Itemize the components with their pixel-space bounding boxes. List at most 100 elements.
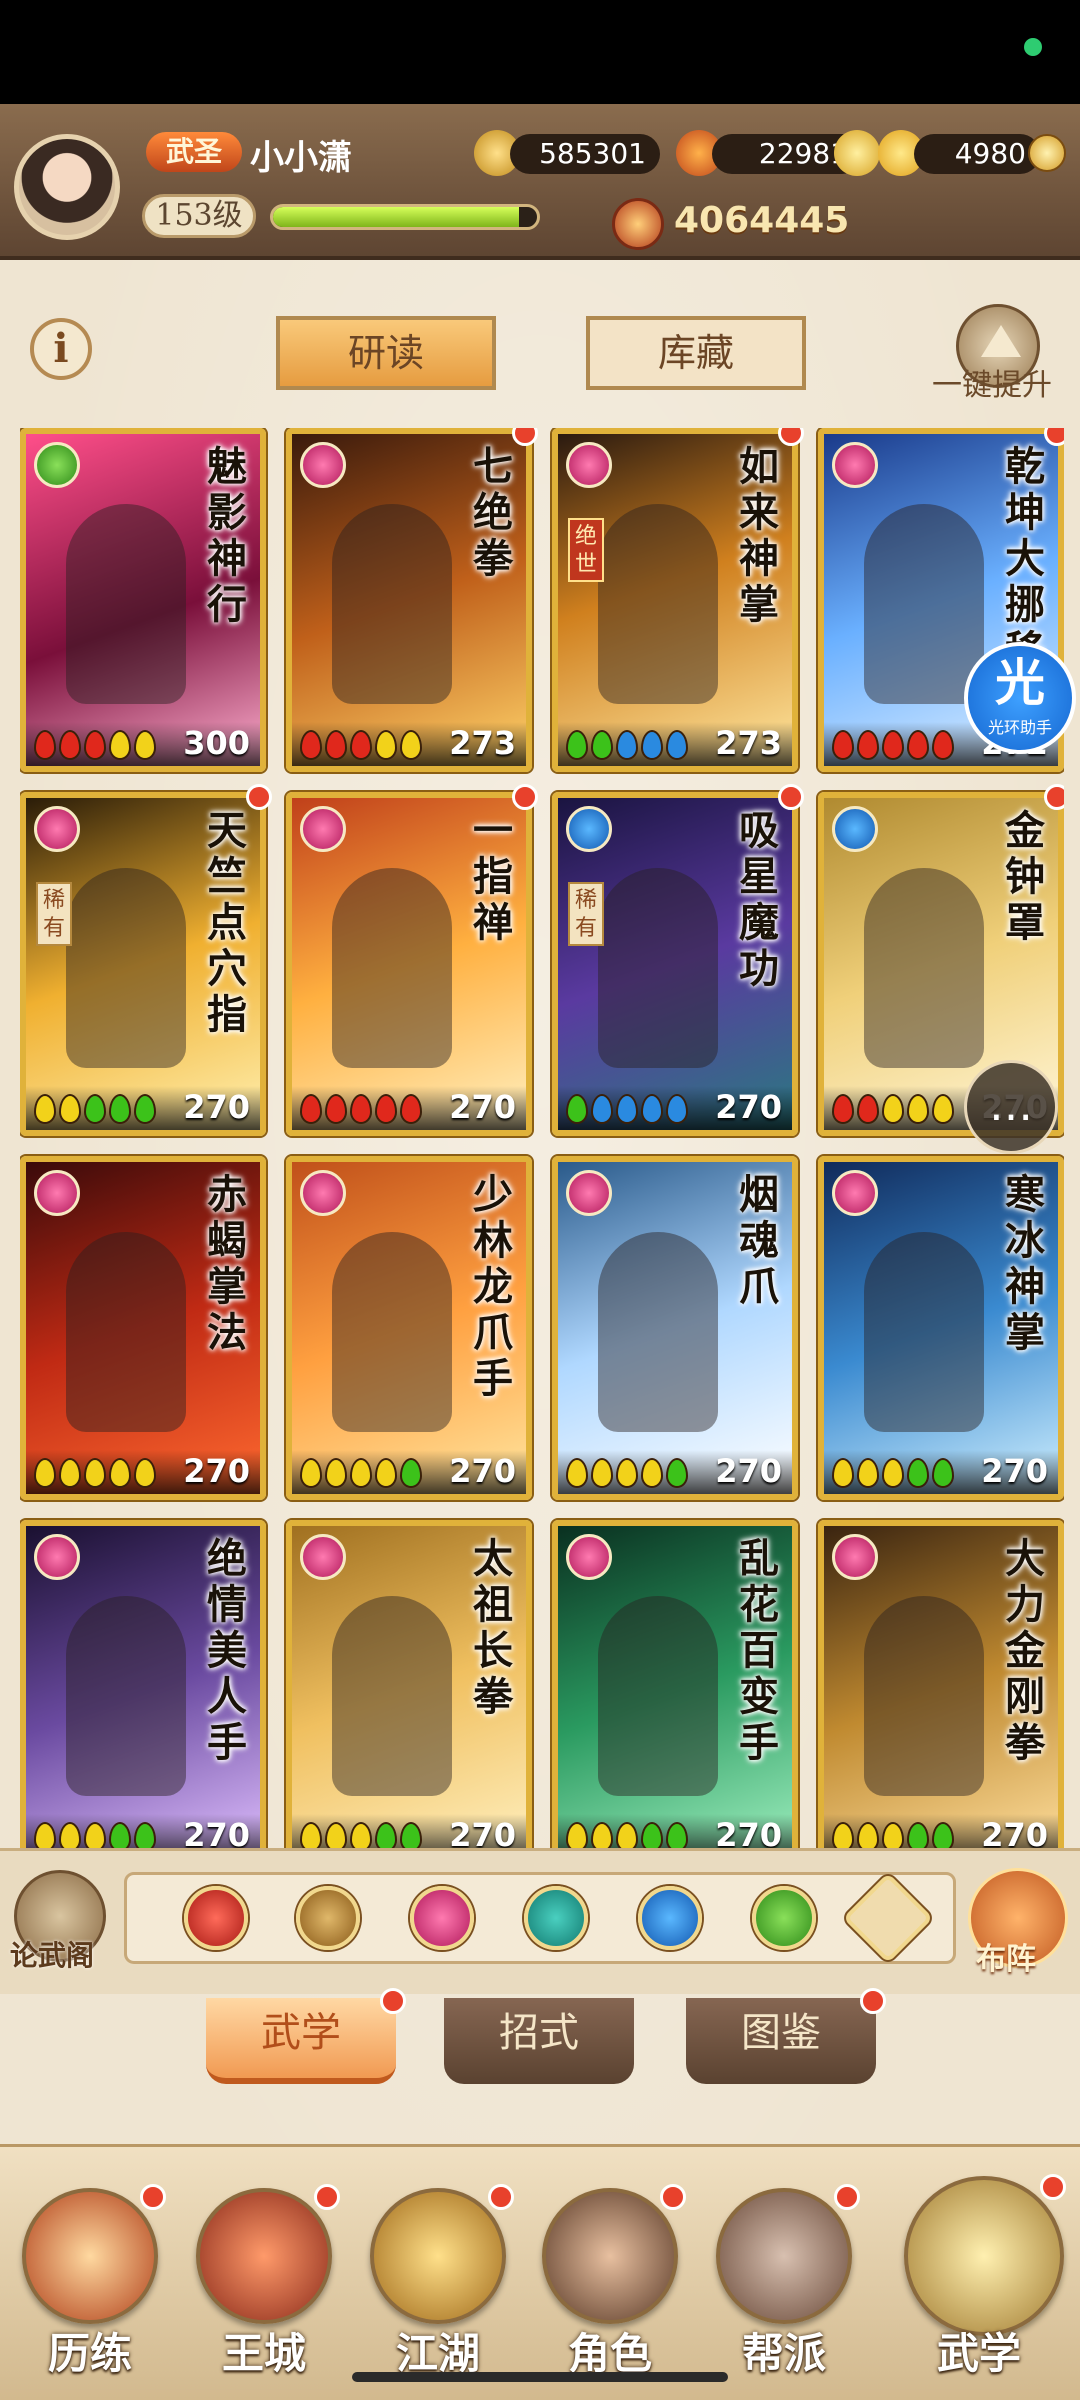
red-gem-icon bbox=[84, 730, 106, 760]
palace-gate-icon[interactable] bbox=[196, 2188, 332, 2324]
blue-gem-icon bbox=[616, 730, 638, 760]
nav-notification-dot bbox=[140, 2184, 166, 2210]
green-gem-icon bbox=[84, 1094, 106, 1124]
subtab-martial-arts[interactable]: 武学 bbox=[206, 1998, 396, 2084]
red-gem-icon bbox=[34, 730, 56, 760]
arena-pavilion-label[interactable]: 论武阁 bbox=[10, 1934, 94, 1974]
skill-card[interactable]: 寒冰神掌 270 bbox=[818, 1156, 1064, 1500]
player-avatar[interactable] bbox=[14, 134, 120, 240]
red-gem-icon bbox=[325, 1094, 347, 1124]
subtab-catalog[interactable]: 图鉴 bbox=[686, 1998, 876, 2084]
skill-card[interactable]: 一指禅 270 bbox=[286, 792, 532, 1136]
skill-card-title: 赤蝎掌法 bbox=[207, 1171, 247, 1356]
blue-gem-icon bbox=[641, 1094, 663, 1124]
skill-gem-row bbox=[832, 1458, 954, 1488]
pink-lotus-icon[interactable] bbox=[410, 1886, 474, 1950]
skill-card-grid: 魅影神行300七绝拳273绝世如来神掌273乾坤大挪移272稀有天竺点穴指270… bbox=[20, 428, 1064, 1848]
martial-artist-figure bbox=[66, 868, 186, 1068]
assistant-float-button[interactable]: 光 光环助手 bbox=[964, 642, 1076, 754]
skill-card-score: 270 bbox=[449, 1816, 516, 1848]
straw-hat-hero-icon[interactable] bbox=[542, 2188, 678, 2324]
blue-taiji-icon bbox=[832, 806, 878, 852]
skill-gem-row bbox=[300, 730, 422, 760]
yellow-gem-icon bbox=[375, 730, 397, 760]
skill-card-notification-dot bbox=[778, 784, 804, 810]
blue-gem-icon bbox=[641, 730, 663, 760]
martial-scrolls-icon[interactable] bbox=[904, 2176, 1064, 2336]
blue-gem-icon bbox=[666, 730, 688, 760]
green-swirl-icon[interactable] bbox=[752, 1886, 816, 1950]
skill-gem-row bbox=[34, 1822, 156, 1848]
martial-arts-screen: 武圣 小小潇 153级 585301 22981 4980 4064445 i … bbox=[0, 104, 1080, 2400]
skill-card[interactable]: 赤蝎掌法 270 bbox=[20, 1156, 266, 1500]
yellow-gem-icon bbox=[907, 1094, 929, 1124]
green-gem-icon bbox=[666, 1458, 688, 1488]
nav-label[interactable]: 王城 bbox=[189, 2320, 339, 2381]
tab-study[interactable]: 研读 bbox=[276, 316, 496, 390]
yellow-gem-icon bbox=[300, 1822, 322, 1848]
skill-card-notification-dot bbox=[512, 784, 538, 810]
player-header: 武圣 小小潇 153级 585301 22981 4980 4064445 bbox=[0, 104, 1080, 260]
subtab-moves[interactable]: 招式 bbox=[444, 1998, 634, 2084]
blue-taiji-icon[interactable] bbox=[638, 1886, 702, 1950]
teal-fan-icon[interactable] bbox=[524, 1886, 588, 1950]
skill-card-title: 金钟罩 bbox=[1005, 807, 1045, 946]
formation-label[interactable]: 布阵 bbox=[976, 1934, 1036, 1978]
skill-card[interactable]: 七绝拳 273 bbox=[286, 428, 532, 772]
gold-spear-icon[interactable] bbox=[296, 1886, 360, 1950]
exp-bar-fill bbox=[273, 207, 519, 227]
martial-artist-figure bbox=[864, 504, 984, 704]
skill-card[interactable]: 少林龙爪手 270 bbox=[286, 1156, 532, 1500]
skill-gem-row bbox=[566, 1094, 688, 1124]
skill-card-title: 七绝拳 bbox=[473, 443, 513, 582]
yellow-gem-icon bbox=[566, 1458, 588, 1488]
skill-gem-row bbox=[34, 1094, 156, 1124]
green-gem-icon bbox=[109, 1094, 131, 1124]
skill-card-score: 300 bbox=[183, 724, 250, 762]
nav-label[interactable]: 历练 bbox=[15, 2320, 165, 2381]
tab-storage[interactable]: 库藏 bbox=[586, 316, 806, 390]
exchange-icon[interactable] bbox=[834, 130, 880, 176]
skill-card[interactable]: 稀有 吸星魔功 270 bbox=[552, 792, 798, 1136]
skill-card-title: 太祖长拳 bbox=[473, 1535, 513, 1720]
skill-card-score: 270 bbox=[449, 1088, 516, 1126]
red-gem-icon bbox=[907, 730, 929, 760]
skill-card[interactable]: 太祖长拳 270 bbox=[286, 1520, 532, 1848]
one-click-upgrade-label[interactable]: 一键提升 bbox=[932, 360, 1052, 404]
green-gem-icon bbox=[932, 1822, 954, 1848]
exp-bar bbox=[270, 204, 540, 230]
yellow-gem-icon bbox=[325, 1822, 347, 1848]
scroll-sword-icon[interactable] bbox=[22, 2188, 158, 2324]
nav-label[interactable]: 帮派 bbox=[709, 2320, 859, 2381]
skill-card-score: 270 bbox=[715, 1452, 782, 1490]
martial-artist-figure bbox=[332, 868, 452, 1068]
skill-card[interactable]: 魅影神行 300 bbox=[20, 428, 266, 772]
nav-notification-dot bbox=[1040, 2174, 1066, 2200]
martial-artist-figure bbox=[598, 1232, 718, 1432]
home-indicator bbox=[352, 2372, 728, 2382]
gold-ingot-value: 4980 bbox=[914, 134, 1040, 174]
nav-label[interactable]: 武学 bbox=[904, 2320, 1054, 2381]
yellow-gem-icon bbox=[857, 1822, 879, 1848]
skill-card-title: 魅影神行 bbox=[207, 443, 247, 628]
add-currency-icon[interactable] bbox=[1028, 134, 1066, 172]
skill-card[interactable]: 绝情美人手 270 bbox=[20, 1520, 266, 1848]
yellow-gem-icon bbox=[34, 1094, 56, 1124]
guild-emblem-icon[interactable] bbox=[716, 2188, 852, 2324]
skill-card-score: 273 bbox=[715, 724, 782, 762]
chat-bubble-icon[interactable]: … bbox=[964, 1060, 1058, 1154]
info-button[interactable]: i bbox=[30, 318, 92, 380]
skill-card[interactable]: 乱花百变手 270 bbox=[552, 1520, 798, 1848]
yellow-gem-icon bbox=[375, 1458, 397, 1488]
red-sword-icon[interactable] bbox=[184, 1886, 248, 1950]
skill-card[interactable]: 烟魂爪 270 bbox=[552, 1156, 798, 1500]
sword-cloud-icon[interactable] bbox=[370, 2188, 506, 2324]
yellow-gem-icon bbox=[882, 1822, 904, 1848]
pink-lotus-icon bbox=[832, 1534, 878, 1580]
pink-lotus-icon bbox=[300, 442, 346, 488]
skill-card[interactable]: 绝世 如来神掌 273 bbox=[552, 428, 798, 772]
yellow-gem-icon bbox=[591, 1458, 613, 1488]
skill-card[interactable]: 稀有 天竺点穴指 270 bbox=[20, 792, 266, 1136]
green-gem-icon bbox=[907, 1458, 929, 1488]
skill-card[interactable]: 大力金刚拳 270 bbox=[818, 1520, 1064, 1848]
